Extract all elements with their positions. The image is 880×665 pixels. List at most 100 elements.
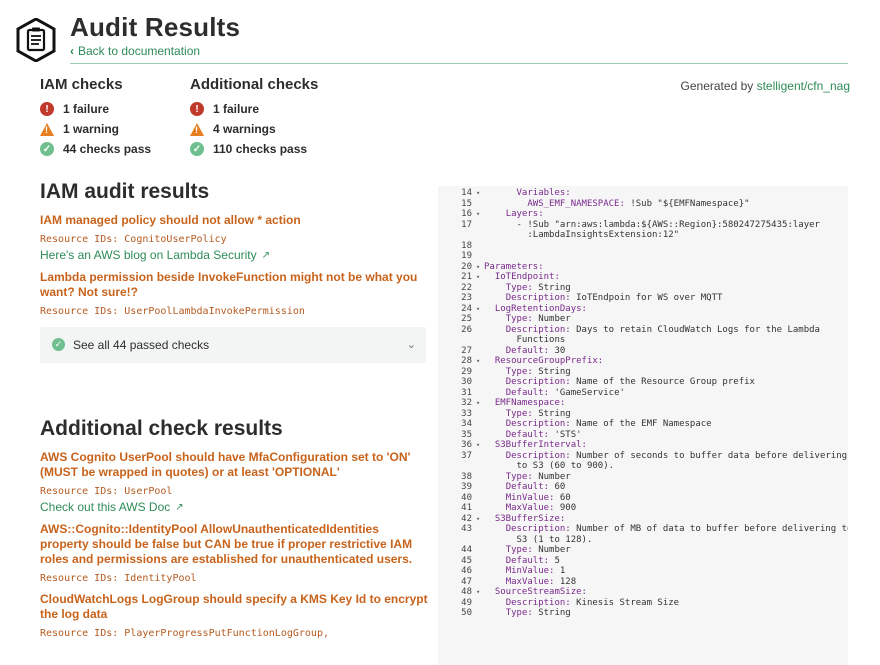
code-line: 50 Type: String xyxy=(438,608,848,619)
code-line: S3 (1 to 128). xyxy=(438,535,848,546)
resource-ids: Resource IDs: PlayerProgressPutFunctionL… xyxy=(40,628,329,639)
passed-checks-accordion[interactable]: ✓ See all 44 passed checks ⌄ xyxy=(40,327,426,362)
code-key: Description: xyxy=(505,450,571,461)
fold-toggle-icon[interactable]: ▾ xyxy=(476,440,484,451)
code-value: Number xyxy=(532,314,571,324)
line-number: 21 xyxy=(461,272,472,282)
code-key: MinValue: xyxy=(505,492,555,503)
line-number: 28 xyxy=(461,356,472,366)
additional-finding: AWS Cognito UserPool should have MfaConf… xyxy=(40,450,428,514)
fold-toggle-icon[interactable]: ▾ xyxy=(476,398,484,409)
code-value: :LambdaInsightsExtension:12" xyxy=(527,230,680,240)
line-number: 42 xyxy=(461,513,472,524)
code-text: Type: Number xyxy=(484,545,848,556)
line-number: 48 xyxy=(461,587,472,597)
line-number: 34 xyxy=(461,419,472,429)
code-text: IoTEndpoint: xyxy=(484,272,848,283)
code-text: SourceStreamSize: xyxy=(484,587,848,598)
code-line: 46 MinValue: 1 xyxy=(438,566,848,577)
code-text: Type: String xyxy=(484,409,848,420)
code-text: Type: String xyxy=(484,283,848,294)
resource-ids: Resource IDs: CognitoUserPolicy xyxy=(40,234,227,245)
page-header: Audit Results ‹ Back to documentation xyxy=(16,12,848,66)
code-text: AWS_EMF_NAMESPACE: !Sub "${EMFNamespace}… xyxy=(484,199,848,210)
code-value: Number of MB of data to buffer before de… xyxy=(570,524,848,534)
code-key: Type: xyxy=(505,366,533,377)
code-key: Parameters: xyxy=(484,261,544,272)
code-text: Type: Number xyxy=(484,314,848,325)
code-text: Default: 'GameService' xyxy=(484,388,848,399)
code-value: to S3 (60 to 900). xyxy=(516,461,615,471)
code-text: - !Sub "arn:aws:lambda:${AWS::Region}:58… xyxy=(484,220,848,231)
results-column: IAM audit results IAM managed policy sho… xyxy=(40,180,428,642)
code-text: Functions xyxy=(484,335,848,346)
fold-toggle-icon[interactable]: ▾ xyxy=(476,272,484,283)
fold-toggle-icon[interactable]: ▾ xyxy=(476,188,484,199)
iam-finding: IAM managed policy should not allow * ac… xyxy=(40,213,428,262)
external-link-icon: ↗ xyxy=(261,249,271,261)
fold-toggle-icon[interactable]: ▾ xyxy=(476,514,484,525)
line-number: 43 xyxy=(461,524,472,534)
line-number: 25 xyxy=(461,314,472,324)
code-key: Description: xyxy=(505,419,571,429)
header-divider xyxy=(70,63,848,64)
code-key: Description: xyxy=(505,524,571,534)
line-number: 44 xyxy=(461,545,472,555)
code-line: to S3 (60 to 900). xyxy=(438,461,848,472)
code-value: Functions xyxy=(516,335,566,345)
line-number: 20 xyxy=(461,261,472,272)
code-line: 17 - !Sub "arn:aws:lambda:${AWS::Region}… xyxy=(438,220,848,231)
code-line: 34 Description: Name of the EMF Namespac… xyxy=(438,419,848,430)
finding-title: IAM managed policy should not allow * ac… xyxy=(40,213,301,227)
clipboard-logo-icon xyxy=(16,18,56,62)
fold-toggle-icon[interactable]: ▾ xyxy=(476,209,484,220)
code-line: 49 Description: Kinesis Stream Size xyxy=(438,598,848,609)
code-text: Default: 'STS' xyxy=(484,430,848,441)
line-number xyxy=(438,535,476,546)
back-to-documentation-link[interactable]: ‹ Back to documentation xyxy=(70,44,200,58)
code-line: 35 Default: 'STS' xyxy=(438,430,848,441)
line-number: 30 xyxy=(461,377,472,387)
code-value: String xyxy=(532,366,571,377)
fold-toggle-icon[interactable]: ▾ xyxy=(476,587,484,598)
iam-pass-count: ✓ 44 checks pass xyxy=(40,139,151,159)
code-value: Days to retain CloudWatch Logs for the L… xyxy=(570,324,820,335)
code-key: IoTEndpoint: xyxy=(494,272,560,282)
code-value: 'STS' xyxy=(549,429,582,440)
code-line: 29 Type: String xyxy=(438,367,848,378)
aws-blog-link[interactable]: Here's an AWS blog on Lambda Security ↗ xyxy=(40,248,428,262)
code-line: 22 Type: String xyxy=(438,283,848,294)
code-key: Default: xyxy=(505,345,550,356)
code-text: MinValue: 60 xyxy=(484,493,848,504)
line-number: 31 xyxy=(461,387,472,398)
additional-pass-count: ✓ 110 checks pass xyxy=(190,139,318,159)
code-key: Description: xyxy=(505,293,571,303)
fold-toggle-icon[interactable]: ▾ xyxy=(476,356,484,367)
cfn-nag-link[interactable]: stelligent/cfn_nag xyxy=(757,79,850,93)
code-key: Type: xyxy=(505,608,533,618)
code-key: AWS_EMF_NAMESPACE: xyxy=(527,198,625,209)
code-key: MinValue: xyxy=(505,566,555,576)
code-value: 60 xyxy=(554,492,571,503)
line-number: 26 xyxy=(461,324,472,335)
fold-toggle-icon[interactable]: ▾ xyxy=(476,262,484,273)
line-number: 33 xyxy=(461,408,472,419)
additional-checks-heading: Additional checks xyxy=(190,76,319,93)
line-number: 23 xyxy=(461,293,472,303)
aws-doc-link[interactable]: Check out this AWS Doc ↗ xyxy=(40,500,428,514)
code-text: Description: Number of seconds to buffer… xyxy=(484,451,848,462)
code-value: String xyxy=(532,608,571,618)
code-line: 48 ▾ SourceStreamSize: xyxy=(438,587,848,598)
fold-toggle-icon[interactable]: ▾ xyxy=(476,304,484,315)
template-code-viewer[interactable]: 14 ▾ Variables: 15 AWS_EMF_NAMESPACE: !Sub… xyxy=(438,186,848,665)
line-number: 36 xyxy=(461,440,472,450)
